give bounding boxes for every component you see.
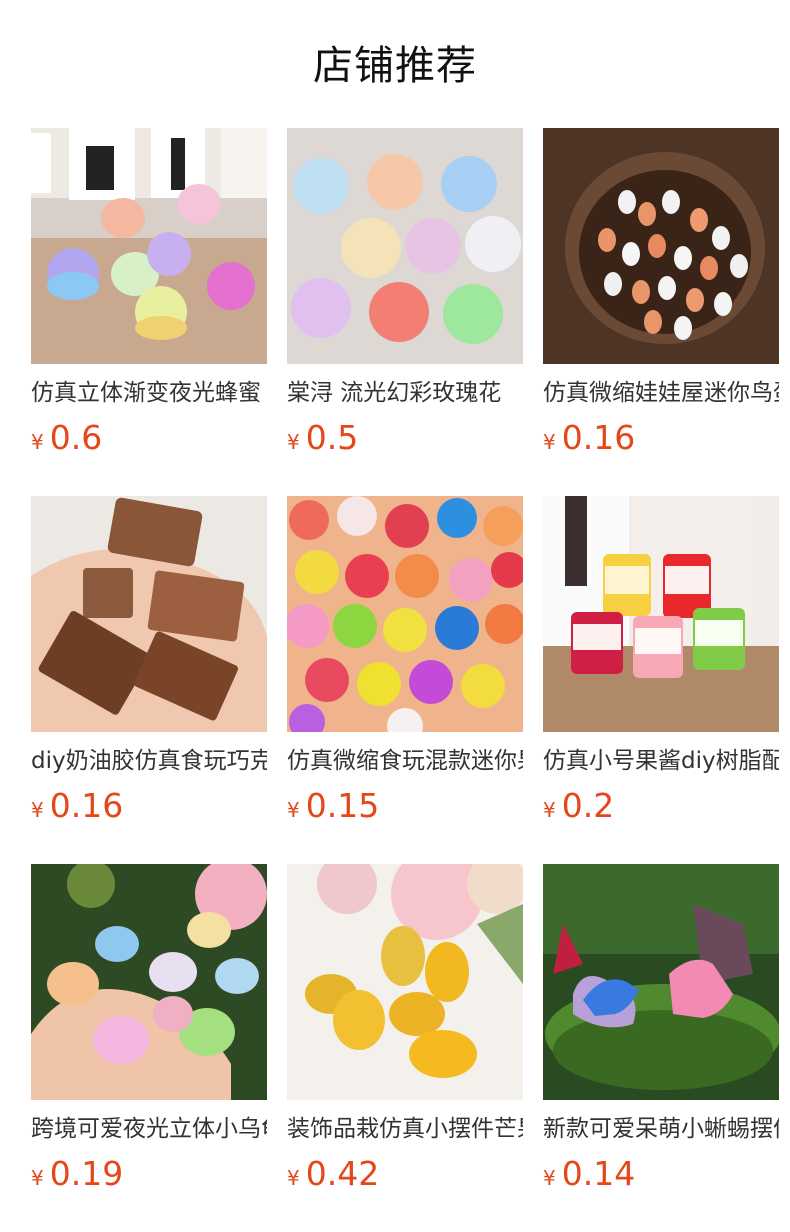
product-grid: 仿真立体渐变夜光蜂蜜 ¥0.6 棠浔 流光幻彩玫瑰花 ¥0.5 仿真微缩娃娃屋迷… bbox=[31, 128, 790, 1232]
product-price: ¥0.42 bbox=[287, 1150, 523, 1198]
recommendation-header: 店铺推荐 bbox=[0, 0, 790, 128]
lizard-figure-photo[interactable] bbox=[543, 864, 779, 1100]
product-name[interactable]: 跨境可爱夜光立体小乌龟 bbox=[31, 1112, 267, 1146]
product-name[interactable]: 棠浔 流光幻彩玫瑰花 bbox=[287, 376, 523, 410]
price-value: 0.42 bbox=[305, 1154, 380, 1193]
jelly-pudding-photo[interactable] bbox=[287, 496, 523, 732]
price-value: 0.16 bbox=[561, 418, 636, 457]
product-price: ¥0.14 bbox=[543, 1150, 779, 1198]
currency-symbol: ¥ bbox=[287, 798, 300, 822]
price-value: 0.14 bbox=[561, 1154, 636, 1193]
bird-egg-nest-photo[interactable] bbox=[543, 128, 779, 364]
price-value: 0.5 bbox=[305, 418, 359, 457]
currency-symbol: ¥ bbox=[543, 430, 556, 454]
price-value: 0.2 bbox=[561, 786, 615, 825]
product-name[interactable]: 新款可爱呆萌小蜥蜴摆件 bbox=[543, 1112, 779, 1146]
currency-symbol: ¥ bbox=[543, 1166, 556, 1190]
product-price: ¥0.16 bbox=[31, 782, 267, 830]
price-value: 0.19 bbox=[49, 1154, 124, 1193]
currency-symbol: ¥ bbox=[31, 430, 44, 454]
currency-symbol: ¥ bbox=[31, 1166, 44, 1190]
currency-symbol: ¥ bbox=[31, 798, 44, 822]
currency-symbol: ¥ bbox=[287, 1166, 300, 1190]
product-card[interactable]: 跨境可爱夜光立体小乌龟 ¥0.19 bbox=[31, 864, 267, 1204]
product-card[interactable]: diy奶油胶仿真食玩巧克力 ¥0.16 bbox=[31, 496, 267, 836]
price-value: 0.6 bbox=[49, 418, 103, 457]
product-card[interactable]: 仿真微缩食玩混款迷你果冻 ¥0.15 bbox=[287, 496, 523, 836]
product-card[interactable]: 仿真小号果酱diy树脂配件 ¥0.2 bbox=[543, 496, 779, 836]
product-price: ¥0.2 bbox=[543, 782, 779, 830]
price-value: 0.15 bbox=[305, 786, 380, 825]
product-price: ¥0.15 bbox=[287, 782, 523, 830]
product-name[interactable]: 仿真小号果酱diy树脂配件 bbox=[543, 744, 779, 778]
honey-jar-photo[interactable] bbox=[31, 128, 267, 364]
product-price: ¥0.5 bbox=[287, 414, 523, 462]
section-title: 店铺推荐 bbox=[313, 43, 477, 89]
jam-jar-photo[interactable] bbox=[543, 496, 779, 732]
product-card[interactable]: 装饰品栽仿真小摆件芒果 ¥0.42 bbox=[287, 864, 523, 1204]
product-name[interactable]: 仿真微缩娃娃屋迷你鸟蛋 bbox=[543, 376, 779, 410]
price-value: 0.16 bbox=[49, 786, 124, 825]
mango-photo[interactable] bbox=[287, 864, 523, 1100]
product-card[interactable]: 新款可爱呆萌小蜥蜴摆件 ¥0.14 bbox=[543, 864, 779, 1204]
product-card[interactable]: 仿真立体渐变夜光蜂蜜 ¥0.6 bbox=[31, 128, 267, 468]
product-card[interactable]: 仿真微缩娃娃屋迷你鸟蛋 ¥0.16 bbox=[543, 128, 779, 468]
currency-symbol: ¥ bbox=[543, 798, 556, 822]
currency-symbol: ¥ bbox=[287, 430, 300, 454]
rose-charm-photo[interactable] bbox=[287, 128, 523, 364]
glow-turtle-photo[interactable] bbox=[31, 864, 267, 1100]
product-price: ¥0.19 bbox=[31, 1150, 267, 1198]
product-price: ¥0.6 bbox=[31, 414, 267, 462]
product-name[interactable]: 仿真立体渐变夜光蜂蜜 bbox=[31, 376, 267, 410]
product-name[interactable]: 仿真微缩食玩混款迷你果冻 bbox=[287, 744, 523, 778]
chocolate-bar-photo[interactable] bbox=[31, 496, 267, 732]
product-card[interactable]: 棠浔 流光幻彩玫瑰花 ¥0.5 bbox=[287, 128, 523, 468]
product-name[interactable]: 装饰品栽仿真小摆件芒果 bbox=[287, 1112, 523, 1146]
product-name[interactable]: diy奶油胶仿真食玩巧克力 bbox=[31, 744, 267, 778]
product-price: ¥0.16 bbox=[543, 414, 779, 462]
